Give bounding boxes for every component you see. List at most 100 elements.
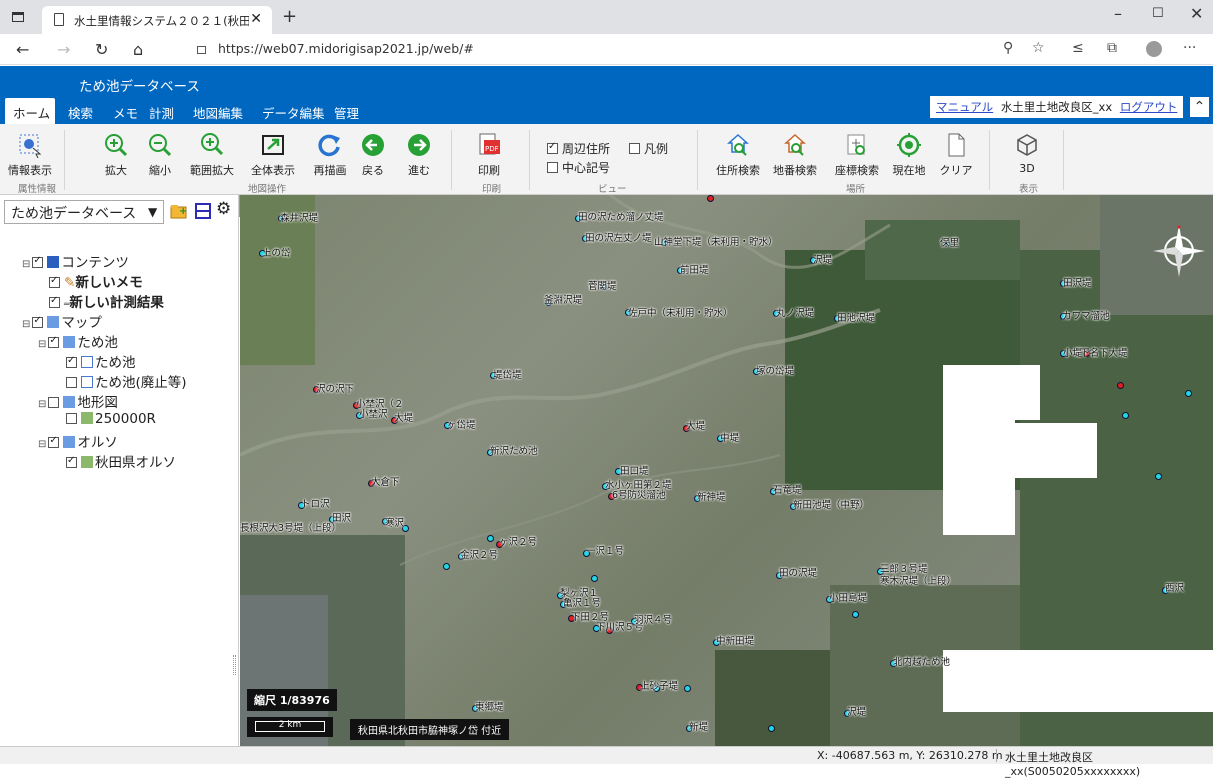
nearby-address-checkbox[interactable]: 周辺住所: [547, 140, 610, 157]
checkbox-checked[interactable]: [32, 315, 44, 328]
range-zoom-button[interactable]: 範囲拡大: [186, 128, 238, 178]
more-icon[interactable]: ···: [1183, 40, 1196, 56]
menu-data-edit[interactable]: データ編集: [262, 103, 325, 122]
address-search-button[interactable]: 住所検索: [712, 128, 764, 178]
map-view[interactable]: 田の沢ため溜ノ丈堤 田の沢左丈ノ堤 山神堂下堤（未利用・貯水） 前田堤 上の岱 …: [240, 195, 1213, 746]
collapse-icon[interactable]: ⊟: [38, 399, 46, 410]
pond-marker-red[interactable]: [707, 195, 714, 202]
zoom-out-label: 縮小: [149, 164, 171, 177]
close-tab-icon[interactable]: ✕: [250, 11, 262, 27]
tree-tameike[interactable]: ⊟ ため池: [38, 331, 118, 351]
minimize-icon[interactable]: –: [1114, 4, 1122, 23]
checkbox-checked[interactable]: [66, 355, 77, 368]
collapse-ribbon-button[interactable]: ⌃: [1189, 96, 1210, 118]
pond-marker[interactable]: [1122, 412, 1129, 419]
print-button[interactable]: PDF 印刷: [463, 128, 515, 178]
pond-marker-red[interactable]: [1117, 382, 1124, 389]
url-field[interactable]: https://web07.midorigisap2021.jp/web/#: [197, 41, 474, 56]
collapse-icon[interactable]: ⊟: [22, 259, 30, 270]
pond-marker[interactable]: [487, 535, 494, 542]
tree-ortho[interactable]: ⊟ オルソ: [38, 431, 118, 451]
browser-tab[interactable]: 水土里情報システム２０２１(秋田 ✕: [42, 6, 272, 34]
url-text: https://web07.midorigisap2021.jp/web/#: [218, 41, 474, 56]
checkbox-checked[interactable]: [49, 295, 60, 308]
menu-admin[interactable]: 管理: [334, 103, 359, 122]
checkbox-checked[interactable]: [66, 455, 77, 468]
info-display-button[interactable]: 情報表示: [4, 128, 56, 178]
nearby-address-label: 周辺住所: [562, 142, 611, 156]
checkbox-checked[interactable]: [49, 275, 60, 288]
checkbox-checked[interactable]: [48, 335, 60, 348]
back-arrow-icon[interactable]: ←: [16, 40, 29, 59]
coord-search-button[interactable]: 座標検索: [831, 128, 883, 178]
clear-button[interactable]: クリア: [930, 128, 982, 178]
menu-map-edit[interactable]: 地図編集: [193, 103, 243, 122]
maximize-icon[interactable]: ☐: [1152, 6, 1164, 21]
home-icon[interactable]: ⌂: [133, 40, 143, 59]
new-tab-icon[interactable]: +: [282, 6, 297, 27]
manual-link[interactable]: マニュアル: [936, 100, 993, 114]
current-location-button[interactable]: 現在地: [883, 128, 935, 178]
tree-contents[interactable]: ⊟ コンテンツ: [22, 251, 129, 271]
favorite-add-icon[interactable]: ☆: [1032, 40, 1045, 56]
tree-tameike-abolished[interactable]: ため池(廃止等): [66, 371, 187, 391]
checkbox-unchecked[interactable]: [66, 377, 77, 388]
blank-area: [943, 365, 1015, 535]
pond-marker[interactable]: [591, 575, 598, 582]
logout-link[interactable]: ログアウト: [1120, 100, 1178, 114]
legend-checkbox[interactable]: 凡例: [629, 140, 668, 157]
pond-marker[interactable]: [443, 563, 450, 570]
profile-avatar[interactable]: [1146, 41, 1162, 57]
forward-button[interactable]: 進む: [393, 128, 445, 178]
tree-tameike-layer[interactable]: ため池: [66, 351, 136, 371]
lot-search-button[interactable]: 地番検索: [769, 128, 821, 178]
zoom-out-button[interactable]: 縮小: [134, 128, 186, 178]
panel-splitter[interactable]: [233, 655, 236, 675]
refresh-icon[interactable]: ↻: [95, 40, 108, 59]
add-folder-icon[interactable]: +: [170, 202, 188, 220]
pond-marker[interactable]: [1185, 390, 1192, 397]
map-label: 佐戸中（未利用・貯水）: [628, 308, 733, 319]
window-menu-icon[interactable]: [12, 12, 24, 22]
compass-icon[interactable]: [1153, 225, 1205, 277]
coord-search-icon: [844, 132, 870, 158]
collapse-icon[interactable]: ⊟: [38, 339, 46, 350]
pond-marker[interactable]: [684, 685, 691, 692]
3d-button[interactable]: 3D: [1001, 128, 1053, 175]
tree-new-measure[interactable]: ═新しい計測結果: [49, 291, 164, 311]
tree-ortho-layer[interactable]: 秋田県オルソ: [66, 451, 176, 471]
tree-topo[interactable]: ⊟ 地形図: [38, 391, 118, 411]
tree-map[interactable]: ⊟ マップ: [22, 311, 102, 331]
checkbox-unchecked[interactable]: [66, 413, 77, 424]
ribbon-separator: [989, 130, 990, 190]
favorites-icon[interactable]: ≤: [1072, 40, 1084, 56]
menu-home[interactable]: ホーム: [5, 98, 55, 124]
collapse-icon[interactable]: ⊟: [22, 319, 30, 330]
menu-search[interactable]: 検索: [68, 103, 93, 122]
collapse-icon[interactable]: ⊟: [38, 439, 46, 450]
pond-marker[interactable]: [852, 611, 859, 618]
collections-icon[interactable]: ⧉: [1107, 40, 1117, 56]
menu-memo[interactable]: メモ: [113, 103, 138, 122]
chevron-down-icon[interactable]: ▼: [148, 205, 157, 219]
center-mark-checkbox[interactable]: 中心記号: [547, 159, 610, 176]
checkbox-checked[interactable]: [32, 255, 44, 268]
close-window-icon[interactable]: ✕: [1190, 4, 1203, 23]
checkbox-unchecked[interactable]: [48, 397, 60, 408]
checkbox-checked[interactable]: [48, 435, 60, 448]
panel-layout-icon[interactable]: [194, 202, 212, 220]
tree-topo-layer[interactable]: 250000R: [66, 411, 156, 427]
back-button[interactable]: 戻る: [347, 128, 399, 178]
database-select[interactable]: ため池データベース: [4, 200, 164, 224]
zoom-in-label: 拡大: [105, 164, 127, 177]
forward-arrow-icon[interactable]: →: [57, 40, 70, 59]
pond-marker[interactable]: [768, 725, 775, 732]
full-view-button[interactable]: 全体表示: [247, 128, 299, 178]
search-icon[interactable]: ⚲: [1003, 40, 1013, 56]
map-label: 丸ノ沢堤: [776, 308, 815, 319]
3d-label: 3D: [1019, 162, 1035, 175]
gear-icon[interactable]: ⚙: [216, 199, 234, 219]
pond-marker[interactable]: [1155, 473, 1162, 480]
menu-measure[interactable]: 計測: [149, 103, 174, 122]
tree-new-memo[interactable]: ✎新しいメモ: [49, 271, 143, 291]
